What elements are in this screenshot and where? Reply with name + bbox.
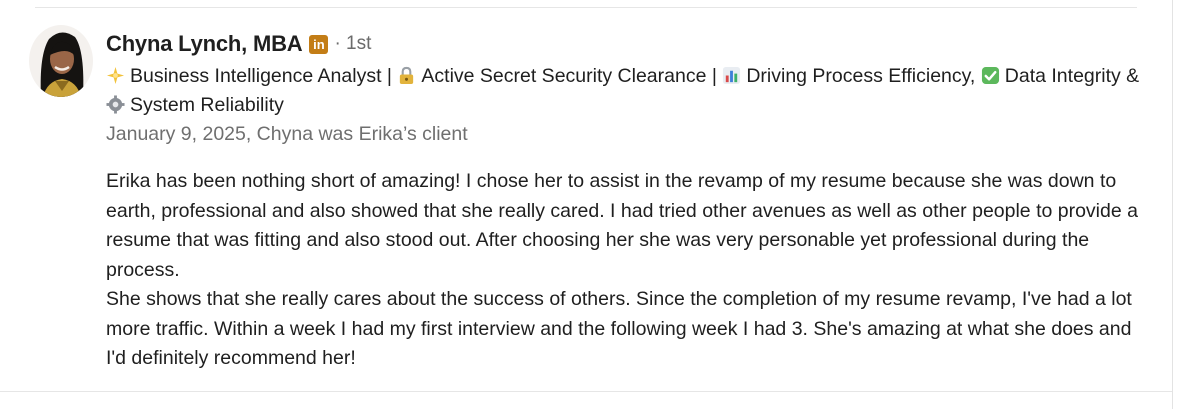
bottom-divider [0, 391, 1172, 392]
headline-part-5: System Reliability [130, 94, 284, 116]
right-border [1172, 0, 1173, 409]
lock-icon [400, 66, 414, 85]
linkedin-badge-icon: in [309, 34, 329, 54]
gear-icon [106, 95, 125, 114]
headline-part-2: Active Secret Security Clearance | [421, 65, 723, 87]
headline-part-3: Driving Process Efficiency, [746, 65, 981, 87]
recommendation-meta: January 9, 2025, Chyna was Erika’s clien… [106, 123, 468, 145]
check-mark-icon [981, 66, 999, 85]
sparkle-icon [106, 66, 125, 85]
headline-part-1: Business Intelligence Analyst | [130, 65, 398, 87]
top-divider [35, 7, 1137, 8]
bar-chart-icon [723, 66, 741, 85]
author-name[interactable]: Chyna Lynch, MBA [106, 31, 303, 57]
recommendation-paragraph-1: Erika has been nothing short of amazing!… [106, 170, 1138, 281]
headline-part-4: Data Integrity & [1004, 65, 1140, 87]
avatar[interactable] [29, 25, 93, 97]
author-headline: Business Intelligence Analyst | Active S… [106, 62, 1146, 120]
recommendation-paragraph-2: She shows that she really cares about th… [106, 288, 1132, 369]
author-header: Chyna Lynch, MBA in · 1st [106, 30, 371, 58]
recommendation-card: Chyna Lynch, MBA in · 1st Business Intel… [0, 0, 1200, 409]
recommendation-text: Erika has been nothing short of amazing!… [106, 167, 1146, 374]
connection-degree: · 1st [334, 33, 372, 54]
